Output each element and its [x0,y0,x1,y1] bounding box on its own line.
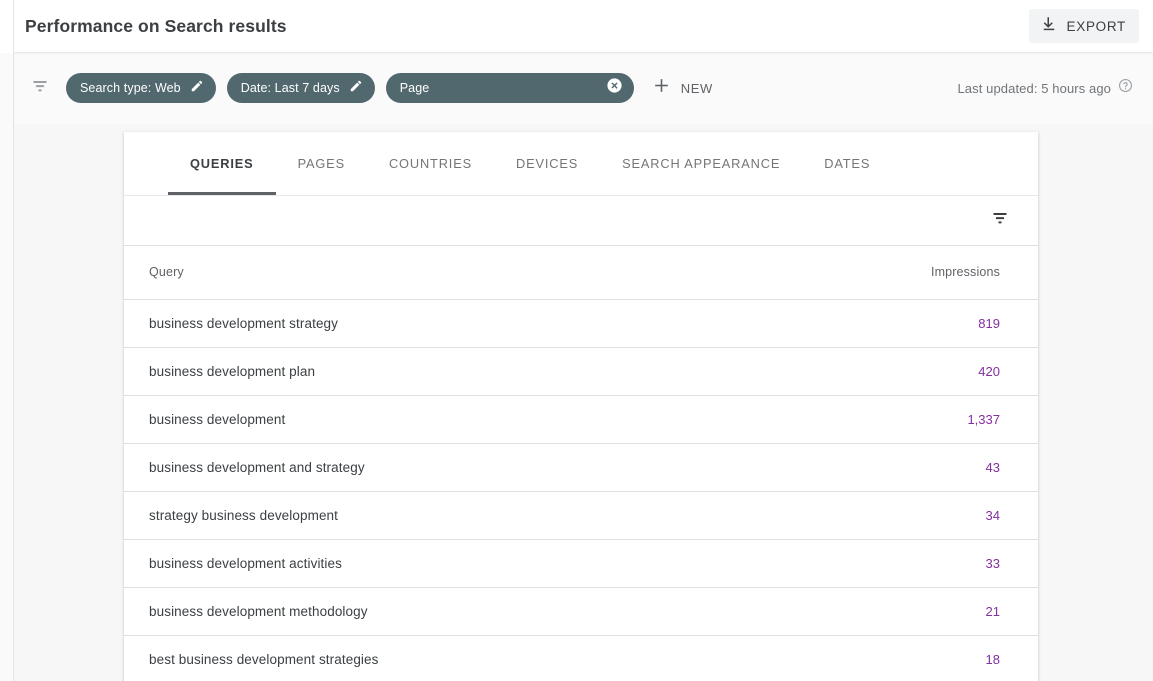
pencil-icon[interactable] [349,79,363,98]
cell-impressions: 33 [767,539,1038,588]
performance-card: QUERIES PAGES COUNTRIES DEVICES SEARCH A… [124,132,1038,681]
column-header-query[interactable]: Query [124,246,768,300]
table-row[interactable]: business development and strategy 43 [124,443,1038,492]
tab-dates-label: DATES [824,156,871,171]
dimension-tabs: QUERIES PAGES COUNTRIES DEVICES SEARCH A… [124,132,1038,196]
filter-list-icon [30,76,50,101]
filter-list-icon-button[interactable] [23,71,57,105]
chip-search-type[interactable]: Search type: Web [66,73,216,103]
table-row[interactable]: business development 1,337 [124,395,1038,444]
clear-circle-icon[interactable] [606,77,623,99]
tab-devices-label: DEVICES [515,156,579,171]
chip-search-type-label: Search type: Web [80,81,181,95]
chip-date-range-label: Date: Last 7 days [240,81,340,95]
tab-devices[interactable]: DEVICES [494,132,600,195]
queries-table: Query Impressions business development s… [124,246,1038,681]
cell-query: business development [124,395,768,444]
table-body: business development strategy 819 busine… [124,299,1038,681]
new-filter-label: NEW [680,80,713,96]
cell-query: business development and strategy [124,443,768,492]
tab-queries-label: QUERIES [190,156,254,171]
export-button[interactable]: EXPORT [1028,9,1139,43]
table-row[interactable]: business development activities 33 [124,539,1038,588]
tab-pages[interactable]: PAGES [276,132,367,195]
table-toolbar [124,196,1038,246]
cell-impressions: 43 [767,443,1038,492]
download-icon [1040,15,1058,38]
table-row[interactable]: business development plan 420 [124,347,1038,396]
cell-impressions: 1,337 [767,395,1038,444]
cell-impressions: 21 [767,587,1038,636]
help-circle-icon[interactable] [1118,78,1133,98]
table-row[interactable]: business development methodology 21 [124,587,1038,636]
last-updated: Last updated: 5 hours ago [957,78,1133,98]
tab-search-appearance-label: SEARCH APPEARANCE [622,156,781,171]
cell-query: best business development strategies [149,651,379,667]
tab-search-appearance[interactable]: SEARCH APPEARANCE [600,132,802,195]
left-rail [0,0,14,681]
page-title: Performance on Search results [25,15,287,36]
cell-query: strategy business development [124,491,768,540]
performance-search-results-page: Performance on Search results EXPORT Sea… [0,0,1153,681]
table-row[interactable]: strategy business development 34 [124,491,1038,540]
table-row[interactable]: business development strategy 819 [124,299,1038,348]
plus-icon [652,76,671,100]
tab-pages-label: PAGES [297,156,345,171]
table-header-row: Query Impressions [124,246,1038,300]
cell-query: business development strategy [124,299,768,348]
export-button-label: EXPORT [1066,18,1126,34]
filter-list-icon [990,208,1010,233]
column-header-impressions[interactable]: Impressions [767,246,1038,300]
left-rail-lower [0,53,14,681]
cell-impressions: 18 [985,651,1000,667]
cell-impressions: 819 [767,299,1038,348]
chip-page-filter[interactable]: Page [385,73,634,103]
cell-impressions: 420 [767,347,1038,396]
page-header: Performance on Search results EXPORT [14,0,1153,52]
pencil-icon[interactable] [190,79,204,98]
tab-countries[interactable]: COUNTRIES [367,132,494,195]
tab-queries[interactable]: QUERIES [168,132,276,195]
tab-countries-label: COUNTRIES [388,156,472,171]
filter-bar: Search type: Web Date: Last 7 days Page [14,52,1153,124]
chip-page-filter-label: Page [399,81,430,95]
table-row[interactable]: best business development strategies 18 [124,635,1038,681]
chip-date-range[interactable]: Date: Last 7 days [226,73,375,103]
last-updated-text: Last updated: 5 hours ago [957,80,1111,96]
cell-query: business development plan [124,347,768,396]
cell-query: business development methodology [124,587,768,636]
table-head: Query Impressions [124,246,1038,300]
tab-dates[interactable]: DATES [802,132,892,195]
table-filter-button[interactable] [984,205,1016,237]
cell-query: business development activities [124,539,768,588]
cell-impressions: 34 [767,491,1038,540]
new-filter-button[interactable]: NEW [640,71,725,105]
